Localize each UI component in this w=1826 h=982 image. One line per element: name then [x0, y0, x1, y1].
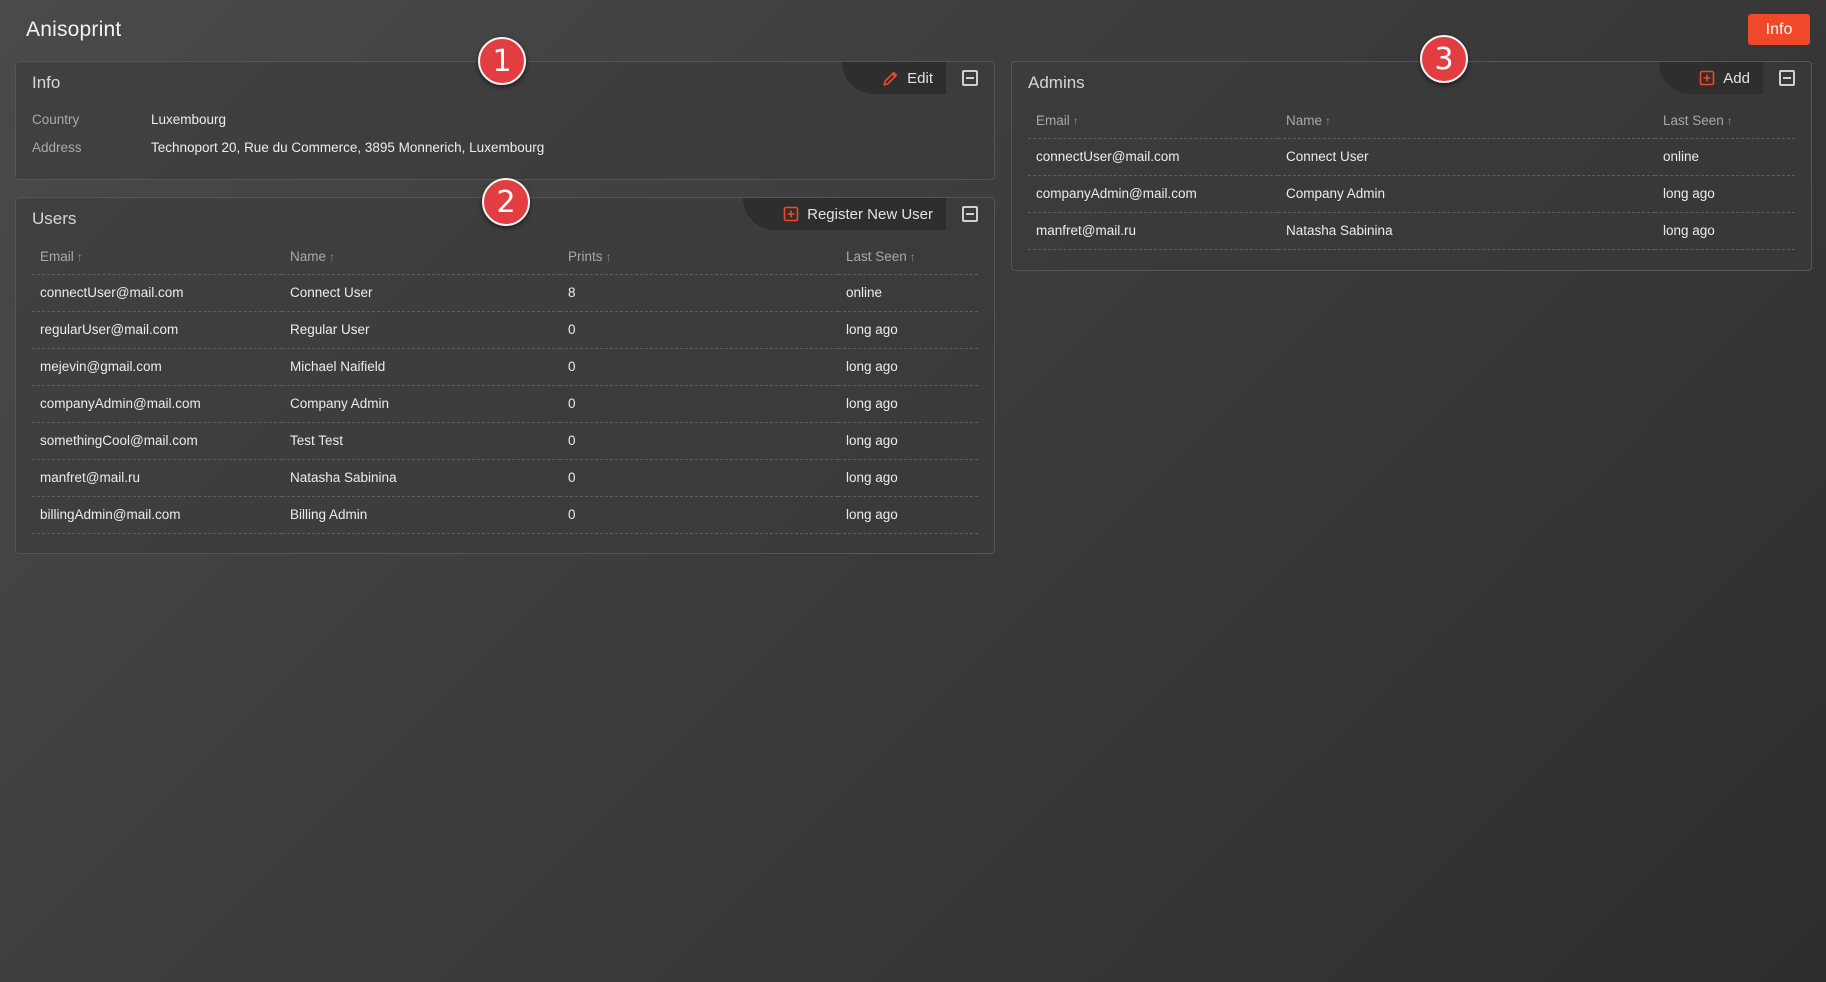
user-email: regularUser@mail.com [32, 311, 282, 349]
column-header-email[interactable]: Email ↑ [32, 240, 282, 275]
admin-email: companyAdmin@mail.com [1028, 175, 1278, 213]
user-name: Company Admin [282, 385, 560, 423]
annotation-badge-3: 3 [1420, 35, 1468, 83]
address-field: Address Technoport 20, Rue du Commerce, … [32, 140, 544, 155]
admins-panel-actions: Add [1659, 62, 1763, 94]
country-field: Country Luxembourg [32, 112, 226, 127]
annotation-badge-2: 2 [482, 178, 530, 226]
user-email: companyAdmin@mail.com [32, 385, 282, 423]
country-label: Country [32, 112, 80, 127]
table-row[interactable]: billingAdmin@mail.com Billing Admin 0 long … [32, 496, 978, 534]
users-panel-title: Users [32, 209, 77, 228]
register-new-user-button[interactable]: Register New User [807, 206, 933, 223]
users-panel-actions: Register New User [743, 198, 946, 230]
admins-table: Email ↑ Name ↑ Last Seen ↑ connectUser@mail… [1028, 104, 1795, 250]
minus-square-icon [962, 206, 978, 222]
admin-name: Connect User [1278, 138, 1655, 176]
column-header-name[interactable]: Name ↑ [282, 240, 560, 275]
admin-name: Natasha Sabinina [1278, 212, 1655, 250]
admin-last-seen: online [1655, 138, 1795, 176]
user-prints: 0 [560, 496, 838, 534]
sort-arrow-icon: ↑ [605, 250, 612, 265]
column-header-email[interactable]: Email ↑ [1028, 104, 1278, 139]
user-prints: 0 [560, 459, 838, 497]
user-email: billingAdmin@mail.com [32, 496, 282, 534]
table-header: Email ↑ Name ↑ Prints ↑ Last Seen ↑ [32, 240, 978, 275]
users-table: Email ↑ Name ↑ Prints ↑ Last Seen ↑ connectU… [32, 240, 978, 534]
add-admin-button[interactable]: Add [1723, 70, 1750, 87]
info-button[interactable]: Info [1748, 14, 1810, 45]
user-last-seen: long ago [838, 348, 978, 386]
admin-email: connectUser@mail.com [1028, 138, 1278, 176]
sort-arrow-icon: ↑ [909, 250, 916, 265]
user-name: Regular User [282, 311, 560, 349]
user-email: manfret@mail.ru [32, 459, 282, 497]
user-last-seen: online [838, 274, 978, 312]
user-email: mejevin@gmail.com [32, 348, 282, 386]
annotation-badge-1: 1 [478, 37, 526, 85]
minus-square-icon [1779, 70, 1795, 86]
table-row[interactable]: manfret@mail.ru Natasha Sabinina 0 long ago [32, 459, 978, 497]
table-row[interactable]: mejevin@gmail.com Michael Naifield 0 long a… [32, 348, 978, 386]
admin-email: manfret@mail.ru [1028, 212, 1278, 250]
users-panel: Users Register New User Email ↑ Name ↑ Pri… [15, 197, 995, 554]
admin-last-seen: long ago [1655, 212, 1795, 250]
table-row[interactable]: regularUser@mail.com Regular User 0 long ag… [32, 311, 978, 349]
admins-panel: Admins Add Email ↑ Name ↑ Last Seen ↑ conne… [1011, 61, 1812, 271]
sort-arrow-icon: ↑ [1325, 114, 1332, 129]
user-prints: 0 [560, 385, 838, 423]
user-name: Test Test [282, 422, 560, 460]
collapse-users-button[interactable] [946, 198, 994, 230]
sort-arrow-icon: ↑ [76, 250, 83, 265]
user-prints: 8 [560, 274, 838, 312]
address-value: Technoport 20, Rue du Commerce, 3895 Mon… [151, 140, 545, 155]
user-name: Connect User [282, 274, 560, 312]
table-row[interactable]: connectUser@mail.com Connect User 8 online [32, 274, 978, 312]
collapse-admins-button[interactable] [1763, 62, 1811, 94]
app-title: Anisoprint [26, 18, 122, 41]
table-row[interactable]: companyAdmin@mail.com Company Admin 0 long … [32, 385, 978, 423]
user-email: connectUser@mail.com [32, 274, 282, 312]
table-row[interactable]: connectUser@mail.com Connect User online [1028, 138, 1795, 176]
column-header-last-seen[interactable]: Last Seen ↑ [838, 240, 978, 275]
column-header-prints[interactable]: Prints ↑ [560, 240, 838, 275]
column-header-last-seen[interactable]: Last Seen ↑ [1655, 104, 1795, 139]
user-name: Natasha Sabinina [282, 459, 560, 497]
user-name: Michael Naifield [282, 348, 560, 386]
user-prints: 0 [560, 422, 838, 460]
sort-arrow-icon: ↑ [1726, 114, 1733, 129]
table-row[interactable]: companyAdmin@mail.com Company Admin long a… [1028, 175, 1795, 213]
user-name: Billing Admin [282, 496, 560, 534]
user-last-seen: long ago [838, 422, 978, 460]
table-row[interactable]: manfret@mail.ru Natasha Sabinina long ago [1028, 212, 1795, 250]
user-last-seen: long ago [838, 385, 978, 423]
plus-square-icon[interactable] [783, 206, 799, 222]
column-header-name[interactable]: Name ↑ [1278, 104, 1655, 139]
edit-info-button[interactable]: Edit [907, 70, 933, 87]
user-prints: 0 [560, 311, 838, 349]
user-last-seen: long ago [838, 459, 978, 497]
admin-name: Company Admin [1278, 175, 1655, 213]
admin-last-seen: long ago [1655, 175, 1795, 213]
user-last-seen: long ago [838, 496, 978, 534]
table-row[interactable]: somethingCool@mail.com Test Test 0 long ago [32, 422, 978, 460]
country-value: Luxembourg [151, 112, 227, 127]
collapse-info-button[interactable] [946, 62, 994, 94]
minus-square-icon [962, 70, 978, 86]
admins-panel-title: Admins [1028, 73, 1085, 92]
user-last-seen: long ago [838, 311, 978, 349]
sort-arrow-icon: ↑ [329, 250, 336, 265]
plus-square-icon[interactable] [1699, 70, 1715, 86]
sort-arrow-icon: ↑ [1072, 114, 1079, 129]
address-label: Address [32, 140, 82, 155]
user-email: somethingCool@mail.com [32, 422, 282, 460]
user-prints: 0 [560, 348, 838, 386]
info-panel-actions: Edit [842, 62, 946, 94]
pencil-icon[interactable] [882, 70, 899, 87]
info-panel-title: Info [32, 73, 61, 92]
table-header: Email ↑ Name ↑ Last Seen ↑ [1028, 104, 1795, 139]
